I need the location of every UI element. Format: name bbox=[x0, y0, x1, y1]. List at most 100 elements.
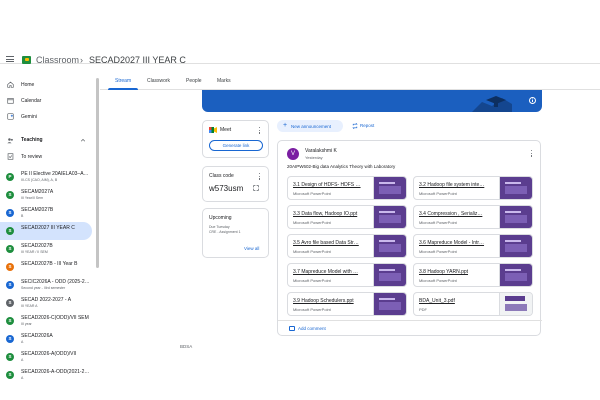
tab-people[interactable]: People bbox=[186, 78, 202, 84]
post-author: Varalakshmi K bbox=[305, 148, 337, 154]
generate-link-button[interactable]: Generate link bbox=[209, 140, 263, 151]
class-avatar-icon: S bbox=[6, 209, 14, 217]
post-divider bbox=[278, 320, 542, 321]
attachment-card[interactable]: BDA_Unit_3.pdf PDF bbox=[413, 292, 533, 316]
main-menu-icon[interactable] bbox=[6, 56, 14, 63]
attachment-thumbnail bbox=[499, 293, 532, 315]
sidebar-item-label: Calendar bbox=[21, 98, 42, 104]
sidebar-class-item[interactable]: S SECAD2026A A bbox=[0, 330, 92, 348]
attachment-card[interactable]: 3.6 Mapreduce Model - Intr… Microsoft Pow… bbox=[413, 234, 533, 258]
class-avatar-icon: S bbox=[6, 299, 14, 307]
next-post-peek: BDSA bbox=[180, 344, 193, 349]
attachment-thumbnail bbox=[499, 264, 532, 286]
attachment-type: Microsoft PowerPoint bbox=[293, 307, 331, 312]
app-title[interactable]: Classroom bbox=[36, 55, 79, 65]
attachment-card[interactable]: 3.3 Data flow, Hadoop IO.ppt Microsoft Po… bbox=[287, 205, 407, 229]
class-code-more-options-icon[interactable] bbox=[259, 173, 261, 181]
post-more-options-icon[interactable] bbox=[531, 150, 533, 158]
info-icon[interactable] bbox=[529, 97, 536, 104]
class-avatar-icon: S bbox=[6, 353, 14, 361]
attachment-name: 3.9 Hadoop Schedulers.ppt bbox=[293, 298, 354, 304]
attachment-name: 3.8 Hadoop YARN.ppt bbox=[419, 269, 469, 275]
upcoming-due-date: Due Tuesday bbox=[209, 225, 230, 229]
new-announcement-button[interactable]: + New announcement bbox=[277, 120, 343, 132]
attachment-card[interactable]: 3.4 Compression , Serializ… Microsoft Pow… bbox=[413, 205, 533, 229]
class-tabs: Stream Classwork People Marks bbox=[100, 74, 600, 90]
sidebar-class-item[interactable]: S SECAM2027A III Year/II Sem bbox=[0, 186, 92, 204]
sidebar-item-label: Home bbox=[21, 82, 35, 88]
meet-title: Meet bbox=[220, 127, 232, 133]
tab-classwork[interactable]: Classwork bbox=[147, 78, 170, 84]
sidebar-class-item[interactable]: S SECAD2027 III YEAR C bbox=[0, 222, 92, 240]
breadcrumb-separator: › bbox=[80, 55, 83, 65]
attachment-name: 3.7 Mapreduce Model with … bbox=[293, 269, 359, 275]
new-announcement-label: New announcement bbox=[291, 123, 332, 129]
sidebar-class-item[interactable]: S SECAD2026-A(ODD)/VII A bbox=[0, 348, 92, 366]
attachment-thumbnail bbox=[499, 177, 532, 199]
class-subtitle: III YEAR / II SEM bbox=[21, 250, 48, 254]
class-subtitle: III year bbox=[21, 322, 32, 326]
sidebar-class-item[interactable]: P PE II Elective 20AIELA03–A… III-CS (CAO,… bbox=[0, 168, 92, 186]
attachment-thumbnail bbox=[373, 206, 406, 228]
attachment-thumbnail bbox=[373, 264, 406, 286]
repost-icon[interactable] bbox=[352, 123, 358, 129]
attachment-name: 3.3 Data flow, Hadoop IO.ppt bbox=[293, 211, 358, 217]
class-name: SECIC2026A - ODD (2025-2… bbox=[21, 279, 89, 285]
tab-stream[interactable]: Stream bbox=[115, 78, 131, 84]
add-comment-link[interactable]: Add comment bbox=[298, 326, 326, 331]
active-tab-indicator bbox=[108, 88, 138, 90]
attachment-card[interactable]: 3.5 Avro file based Data Str… Microsoft P… bbox=[287, 234, 407, 258]
class-subtitle: A bbox=[21, 376, 24, 380]
classroom-logo-icon[interactable] bbox=[22, 56, 31, 64]
class-avatar-icon: S bbox=[6, 191, 14, 199]
sidebar-class-item[interactable]: S SECAD2026-A-ODD(2021-2… A bbox=[0, 366, 92, 384]
class-subtitle: Second year - IIIrd semester bbox=[21, 286, 66, 290]
attachment-type: PDF bbox=[419, 307, 427, 312]
sidebar-class-item[interactable]: S SECAD2026-C(ODD)/VII SEM III year bbox=[0, 312, 92, 330]
attachment-card[interactable]: 3.8 Hadoop YARN.ppt Microsoft PowerPoint bbox=[413, 263, 533, 287]
repost-button[interactable]: Repost bbox=[360, 123, 374, 128]
attachment-card[interactable]: 3.1 Design of HDFS- HDFS … Microsoft Powe… bbox=[287, 176, 407, 200]
meet-icon bbox=[209, 127, 217, 133]
meet-card: Meet Generate link bbox=[202, 120, 269, 158]
sidebar-class-item[interactable]: S SECIC2026A - ODD (2025-2… Second year - … bbox=[0, 276, 92, 294]
attachment-thumbnail bbox=[373, 293, 406, 315]
class-code-card: Class code w573usm bbox=[202, 166, 269, 202]
calendar-icon bbox=[7, 98, 14, 104]
upcoming-title: Upcoming bbox=[209, 215, 232, 221]
comment-icon bbox=[289, 326, 295, 331]
class-avatar-icon: P bbox=[6, 173, 14, 181]
class-name: SECAD2027B bbox=[21, 243, 53, 249]
chevron-up-icon[interactable] bbox=[80, 137, 86, 143]
avatar[interactable]: V bbox=[287, 148, 299, 160]
sidebar-scrollbar[interactable] bbox=[96, 78, 99, 268]
upcoming-assignment[interactable]: CRE - Assignment 1 bbox=[209, 230, 241, 234]
sidebar-class-item[interactable]: S SECAD2027B III YEAR / II SEM bbox=[0, 240, 92, 258]
attachment-name: 3.1 Design of HDFS- HDFS … bbox=[293, 182, 361, 188]
sidebar-class-item[interactable]: S SECAD 2022-2027 - A III YEAR A bbox=[0, 294, 92, 312]
class-subtitle: A bbox=[21, 340, 24, 344]
attachment-thumbnail bbox=[373, 177, 406, 199]
attachment-card[interactable]: 3.7 Mapreduce Model with … Microsoft Powe… bbox=[287, 263, 407, 287]
attachment-thumbnail bbox=[499, 206, 532, 228]
attachment-card[interactable]: 3.9 Hadoop Schedulers.ppt Microsoft Power… bbox=[287, 292, 407, 316]
class-subtitle: B bbox=[21, 214, 24, 218]
class-subtitle: A bbox=[21, 358, 24, 362]
class-avatar-icon: S bbox=[6, 227, 14, 235]
fullscreen-icon[interactable] bbox=[253, 185, 259, 191]
attachment-card[interactable]: 3.2 Hadoop file system inte… Microsoft Po… bbox=[413, 176, 533, 200]
plus-icon: + bbox=[283, 122, 288, 129]
class-name: SECAD2027B - III Year B bbox=[21, 261, 78, 267]
sidebar-class-item[interactable]: S SECAM2027B B bbox=[0, 204, 92, 222]
view-all-link[interactable]: View all bbox=[244, 246, 259, 251]
attachment-thumbnail bbox=[499, 235, 532, 257]
class-banner bbox=[202, 90, 542, 112]
class-name: SECAM2027A bbox=[21, 189, 54, 195]
meet-more-options-icon[interactable] bbox=[259, 127, 261, 135]
top-app-bar: Classroom › SECAD2027 III YEAR C bbox=[0, 0, 600, 65]
tab-marks[interactable]: Marks bbox=[217, 78, 231, 84]
class-title: SECAD2027 III YEAR C bbox=[89, 55, 186, 65]
attachment-type: Microsoft PowerPoint bbox=[293, 191, 331, 196]
sidebar-item-gemini[interactable]: Gemini bbox=[0, 112, 92, 130]
sidebar-class-item[interactable]: S SECAD2027B - III Year B bbox=[0, 258, 92, 276]
